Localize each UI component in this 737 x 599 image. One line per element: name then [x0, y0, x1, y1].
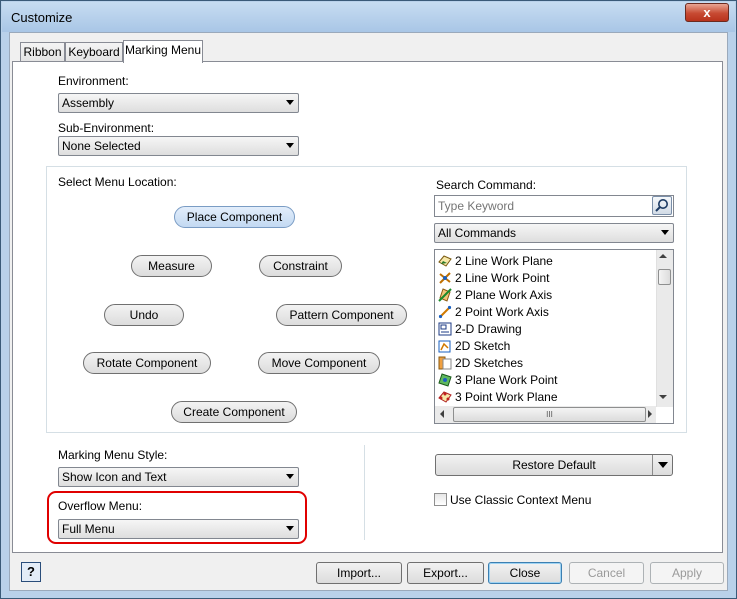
sketches-icon: [438, 356, 452, 370]
sub-environment-value: None Selected: [62, 139, 141, 153]
search-command-label: Search Command:: [436, 178, 537, 192]
title-bar[interactable]: [2, 2, 735, 32]
environment-label: Environment:: [58, 74, 129, 88]
highlight-annotation: [47, 491, 307, 544]
constraint-slot[interactable]: Constraint: [259, 255, 342, 277]
pattern-component-slot[interactable]: Pattern Component: [276, 304, 407, 326]
chevron-down-icon: [661, 230, 669, 235]
scroll-right-icon[interactable]: [648, 410, 652, 418]
search-input[interactable]: [434, 195, 674, 217]
chevron-down-icon[interactable]: [658, 462, 668, 468]
marking-menu-style-dropdown[interactable]: Show Icon and Text: [58, 467, 299, 487]
search-icon: [655, 199, 668, 212]
restore-default-button[interactable]: Restore Default: [435, 454, 673, 476]
list-item[interactable]: 2 Line Work Point: [438, 270, 550, 287]
chevron-down-icon: [286, 474, 294, 479]
command-list-horizontal-scrollbar[interactable]: III: [435, 406, 656, 423]
close-icon: x: [703, 5, 711, 20]
command-filter-value: All Commands: [438, 226, 517, 240]
measure-slot[interactable]: Measure: [131, 255, 212, 277]
environment-dropdown[interactable]: Assembly: [58, 93, 299, 113]
sub-environment-dropdown[interactable]: None Selected: [58, 136, 299, 156]
marking-menu-style-value: Show Icon and Text: [62, 470, 167, 484]
work-plane-icon: [438, 255, 452, 267]
menu-location-label: Select Menu Location:: [58, 175, 177, 189]
sketch-icon: [438, 340, 451, 353]
work-plane-icon: [438, 391, 452, 403]
cancel-button[interactable]: Cancel: [569, 562, 644, 584]
tab-ribbon[interactable]: Ribbon: [20, 42, 65, 62]
scroll-thumb[interactable]: [658, 269, 671, 285]
help-button[interactable]: ?: [21, 562, 41, 582]
list-item[interactable]: 2 Plane Work Axis: [438, 287, 552, 304]
split-divider: [652, 455, 653, 475]
separator: [364, 445, 365, 540]
list-item[interactable]: 2D Sketches: [438, 355, 523, 372]
rotate-component-slot[interactable]: Rotate Component: [83, 352, 211, 374]
list-item[interactable]: 3 Plane Work Point: [438, 372, 558, 389]
list-item[interactable]: 2 Line Work Plane: [438, 253, 553, 270]
command-list-vertical-scrollbar[interactable]: [656, 250, 673, 407]
drawing-icon: [438, 322, 452, 336]
tab-keyboard[interactable]: Keyboard: [65, 42, 123, 62]
work-axis-icon: [438, 288, 452, 302]
list-item[interactable]: 2 Point Work Axis: [438, 304, 549, 321]
scroll-up-icon[interactable]: [659, 254, 667, 258]
scroll-down-icon[interactable]: [659, 395, 667, 399]
chevron-down-icon: [286, 143, 294, 148]
command-filter-dropdown[interactable]: All Commands: [434, 223, 674, 243]
marking-menu-style-label: Marking Menu Style:: [58, 448, 168, 462]
undo-slot[interactable]: Undo: [104, 304, 184, 326]
sub-environment-label: Sub-Environment:: [58, 121, 155, 135]
create-component-slot[interactable]: Create Component: [171, 401, 297, 423]
scroll-left-icon[interactable]: [440, 410, 444, 418]
restore-default-label: Restore Default: [512, 458, 596, 472]
place-component-slot[interactable]: Place Component: [174, 206, 295, 228]
window-title: Customize: [11, 10, 73, 25]
work-point-icon: [438, 373, 452, 387]
environment-value: Assembly: [62, 96, 115, 110]
list-item[interactable]: 2D Sketch: [438, 338, 510, 355]
search-button[interactable]: [652, 196, 672, 215]
work-point-icon: [439, 272, 451, 284]
classic-context-checkbox[interactable]: [434, 493, 447, 506]
work-axis-icon: [438, 305, 452, 319]
list-item[interactable]: 3 Point Work Plane: [438, 389, 558, 406]
classic-context-label[interactable]: Use Classic Context Menu: [450, 493, 591, 507]
command-list[interactable]: 2 Line Work Plane 2 Line Work Point 2 Pl…: [434, 249, 674, 424]
apply-button[interactable]: Apply: [650, 562, 724, 584]
tab-marking-menu[interactable]: Marking Menu: [123, 40, 203, 63]
import-button[interactable]: Import...: [316, 562, 402, 584]
list-item[interactable]: 2-D Drawing: [438, 321, 522, 338]
export-button[interactable]: Export...: [407, 562, 484, 584]
close-button[interactable]: Close: [488, 562, 562, 584]
customize-window: Customize x Ribbon Keyboard Marking Menu…: [0, 0, 737, 599]
help-icon: ?: [27, 564, 35, 579]
close-window-button[interactable]: x: [685, 3, 729, 22]
move-component-slot[interactable]: Move Component: [258, 352, 380, 374]
chevron-down-icon: [286, 100, 294, 105]
scroll-thumb[interactable]: III: [453, 407, 646, 422]
